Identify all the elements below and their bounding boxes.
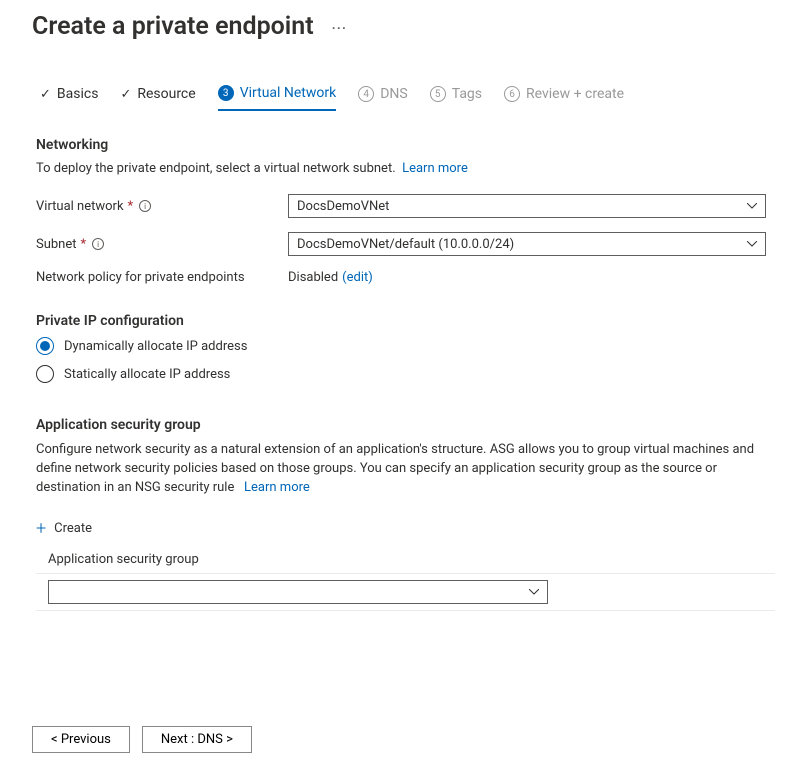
info-icon[interactable]: i	[92, 238, 104, 250]
policy-value: Disabled	[288, 270, 338, 285]
chevron-down-icon	[529, 589, 539, 595]
tab-virtual-network[interactable]: 3 Virtual Network	[218, 85, 337, 111]
check-icon: ✓	[120, 87, 131, 102]
wizard-tabs: ✓ Basics ✓ Resource 3 Virtual Network 4 …	[0, 41, 811, 111]
vnet-select-value: DocsDemoVNet	[297, 199, 389, 214]
tab-review-create[interactable]: 6 Review + create	[504, 86, 624, 110]
asg-table	[36, 573, 775, 611]
tab-label: Review + create	[526, 86, 624, 102]
step-number-icon: 4	[358, 86, 374, 102]
chevron-down-icon	[747, 241, 757, 247]
info-icon[interactable]: i	[139, 200, 151, 212]
tab-label: Basics	[57, 86, 99, 102]
ipconfig-heading: Private IP configuration	[36, 313, 775, 329]
policy-edit-link[interactable]: (edit)	[342, 270, 373, 285]
radio-static-label: Statically allocate IP address	[64, 367, 230, 382]
step-number-icon: 3	[218, 85, 234, 101]
asg-create-label: Create	[54, 521, 92, 536]
subnet-label: Subnet	[36, 237, 77, 252]
asg-desc: Configure network security as a natural …	[36, 442, 754, 495]
tab-label: Virtual Network	[240, 85, 337, 101]
step-number-icon: 5	[430, 86, 446, 102]
radio-dynamic-row[interactable]: Dynamically allocate IP address	[36, 337, 775, 355]
previous-button[interactable]: < Previous	[32, 726, 130, 753]
more-icon[interactable]: ···	[332, 21, 347, 37]
asg-column-label: Application security group	[48, 552, 775, 567]
next-button[interactable]: Next : DNS >	[142, 726, 252, 753]
tab-dns[interactable]: 4 DNS	[358, 86, 408, 110]
vnet-label: Virtual network	[36, 199, 124, 214]
asg-heading: Application security group	[36, 417, 775, 433]
tab-tags[interactable]: 5 Tags	[430, 86, 482, 110]
wizard-footer: < Previous Next : DNS >	[32, 726, 252, 753]
radio-static-row[interactable]: Statically allocate IP address	[36, 365, 775, 383]
asg-learn-more-link[interactable]: Learn more	[244, 480, 310, 495]
radio-dynamic[interactable]	[36, 337, 54, 355]
tab-label: Tags	[452, 86, 482, 102]
tab-label: Resource	[137, 86, 195, 102]
radio-static[interactable]	[36, 365, 54, 383]
asg-create-button[interactable]: + Create	[36, 520, 92, 538]
tab-label: DNS	[380, 86, 408, 102]
page-title: Create a private endpoint	[32, 12, 314, 41]
subnet-select[interactable]: DocsDemoVNet/default (10.0.0.0/24)	[288, 232, 766, 256]
plus-icon: +	[36, 520, 46, 538]
tab-resource[interactable]: ✓ Resource	[120, 86, 195, 110]
asg-select[interactable]	[48, 580, 548, 604]
check-icon: ✓	[40, 87, 51, 102]
radio-dynamic-label: Dynamically allocate IP address	[64, 339, 247, 354]
chevron-down-icon	[747, 203, 757, 209]
networking-desc: To deploy the private endpoint, select a…	[36, 161, 396, 176]
learn-more-link[interactable]: Learn more	[402, 161, 468, 176]
required-indicator: *	[81, 237, 87, 252]
tab-basics[interactable]: ✓ Basics	[40, 86, 98, 110]
required-indicator: *	[128, 199, 134, 214]
networking-heading: Networking	[36, 137, 775, 153]
step-number-icon: 6	[504, 86, 520, 102]
vnet-select[interactable]: DocsDemoVNet	[288, 194, 766, 218]
policy-label: Network policy for private endpoints	[36, 270, 245, 285]
subnet-select-value: DocsDemoVNet/default (10.0.0.0/24)	[297, 237, 514, 252]
